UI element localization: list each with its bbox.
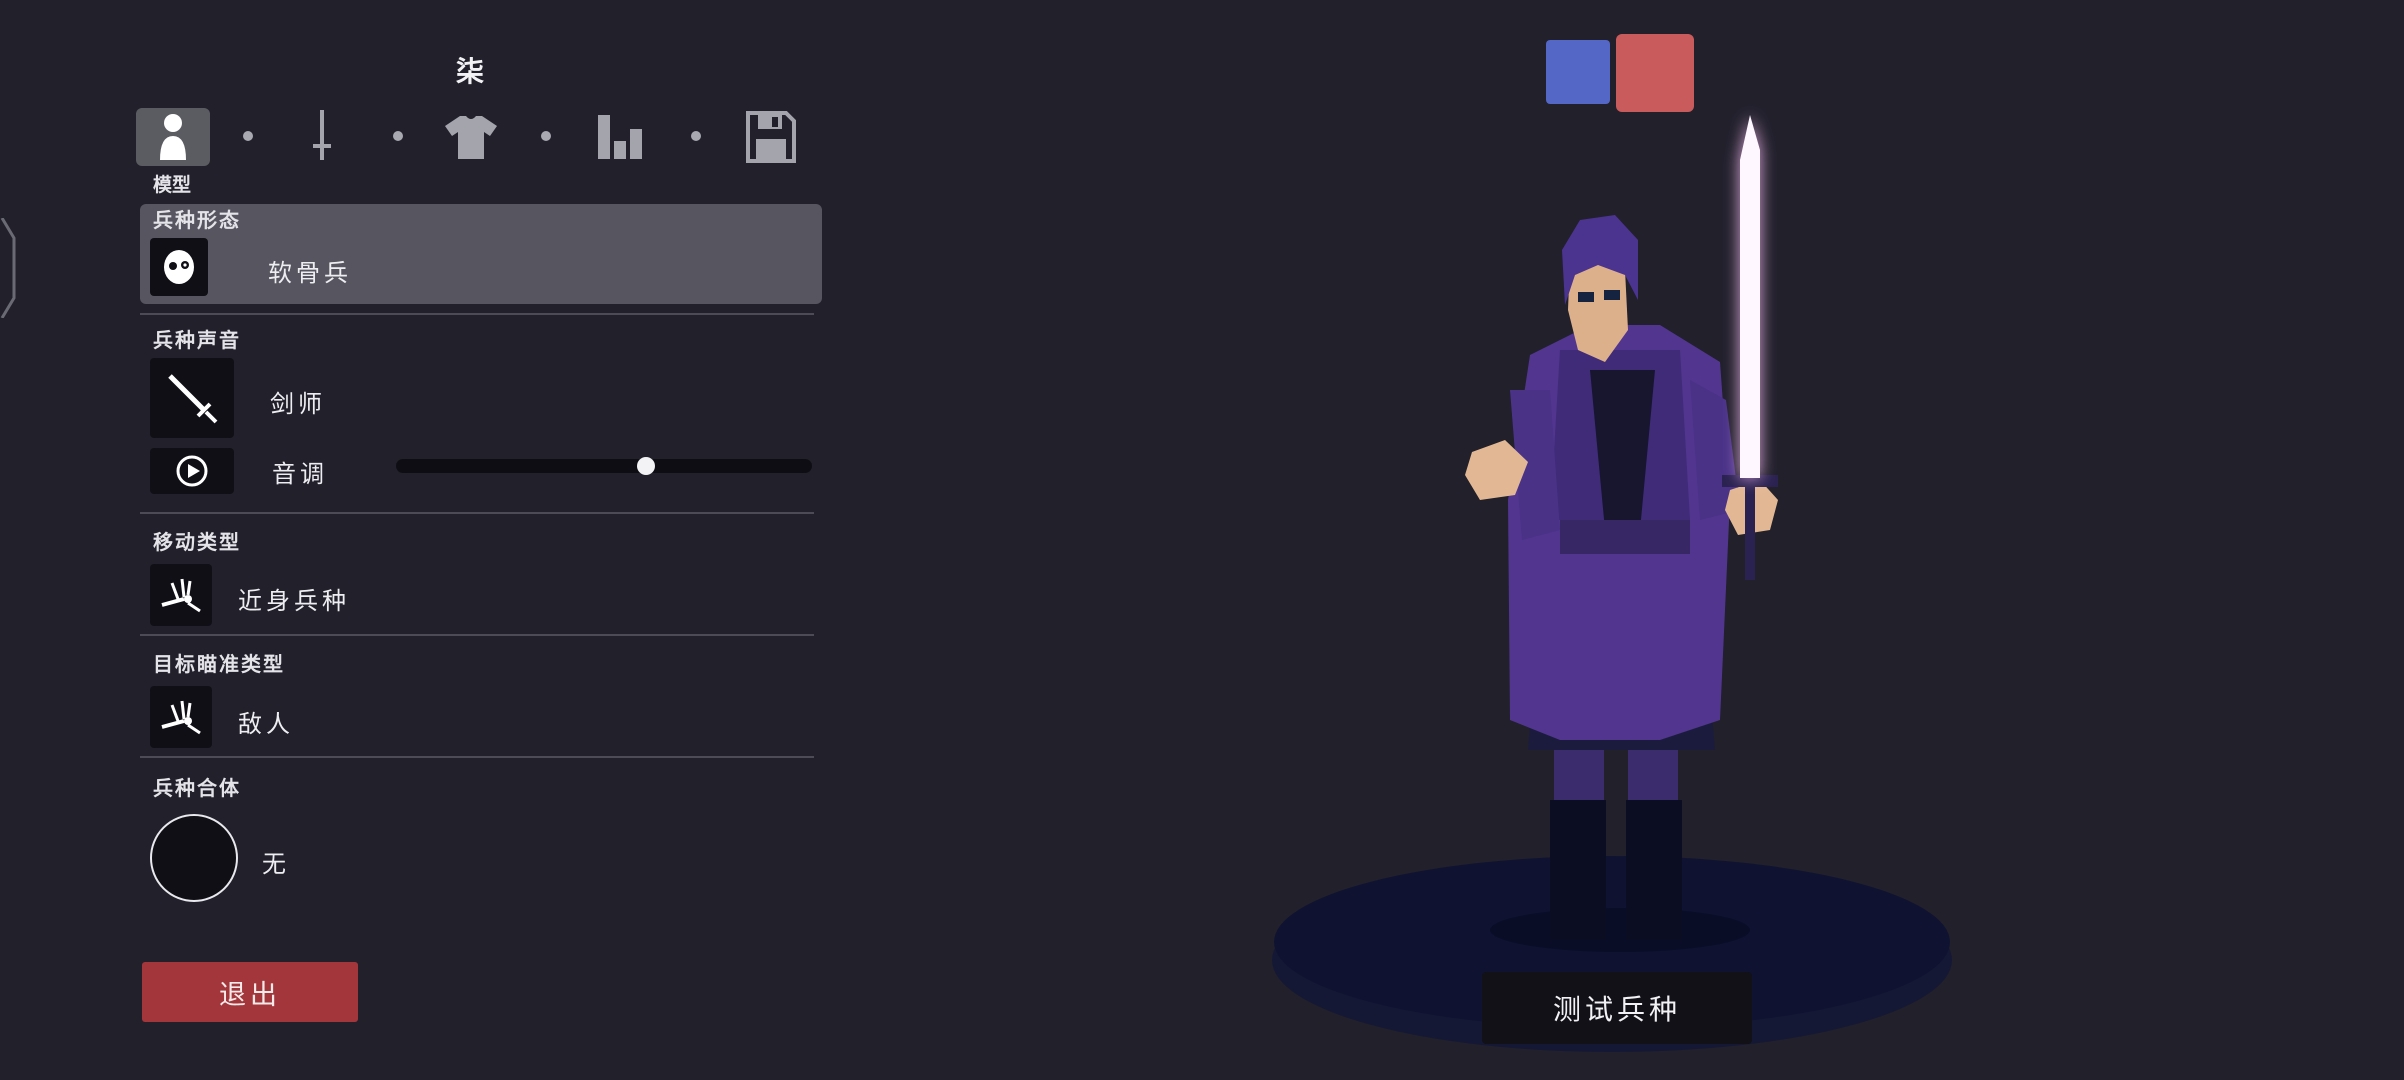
section-label-combine: 兵种合体 — [153, 776, 241, 800]
unit-form-value: 软骨兵 — [268, 259, 352, 287]
tab-separator-dot — [243, 131, 253, 141]
side-panel-edge[interactable] — [0, 218, 16, 318]
unit-preview[interactable] — [1260, 100, 1980, 1080]
tab-weapons[interactable] — [285, 108, 359, 166]
tab-save[interactable] — [734, 108, 808, 166]
sword-icon — [313, 110, 331, 160]
active-tab-label: 模型 — [153, 174, 192, 196]
tab-separator-dot — [691, 131, 701, 141]
exit-button[interactable]: 退出 — [142, 962, 358, 1022]
divider — [140, 756, 814, 758]
skull-face-icon — [150, 238, 208, 296]
combine-value: 无 — [262, 850, 290, 878]
target-enemy-icon — [161, 700, 201, 735]
melee-icon — [161, 578, 201, 613]
play-pitch-button[interactable] — [150, 448, 234, 494]
play-icon — [176, 455, 208, 487]
tab-clothing[interactable] — [434, 108, 508, 166]
stats-icon — [598, 115, 642, 159]
pitch-slider-handle[interactable] — [636, 457, 655, 475]
team-color-blue[interactable] — [1546, 40, 1610, 104]
movement-value: 近身兵种 — [238, 587, 350, 615]
unit-form-row[interactable] — [140, 204, 822, 304]
sword-icon — [168, 374, 218, 424]
tab-stats[interactable] — [584, 108, 658, 166]
divider — [140, 634, 814, 636]
unit-voice-value: 剑师 — [270, 390, 326, 418]
targeting-select-button[interactable] — [150, 686, 212, 748]
unit-name: 柒 — [455, 55, 484, 88]
pitch-slider[interactable] — [396, 459, 812, 473]
divider — [140, 313, 814, 315]
targeting-value: 敌人 — [238, 710, 294, 738]
voice-select-button[interactable] — [150, 358, 234, 438]
save-icon — [746, 111, 796, 163]
tab-model[interactable] — [136, 108, 210, 166]
shirt-icon — [445, 116, 497, 159]
movement-select-button[interactable] — [150, 564, 212, 626]
section-label-targeting: 目标瞄准类型 — [153, 652, 285, 676]
divider — [140, 512, 814, 514]
test-unit-button[interactable]: 测试兵种 — [1482, 972, 1752, 1044]
tab-separator-dot — [541, 131, 551, 141]
section-label-form: 兵种形态 — [153, 208, 241, 232]
person-icon — [160, 114, 186, 160]
tab-separator-dot — [393, 131, 403, 141]
section-label-voice: 兵种声音 — [153, 328, 241, 352]
combine-select-button[interactable] — [150, 814, 238, 902]
pitch-label: 音调 — [272, 460, 328, 488]
section-label-movement: 移动类型 — [153, 530, 241, 554]
